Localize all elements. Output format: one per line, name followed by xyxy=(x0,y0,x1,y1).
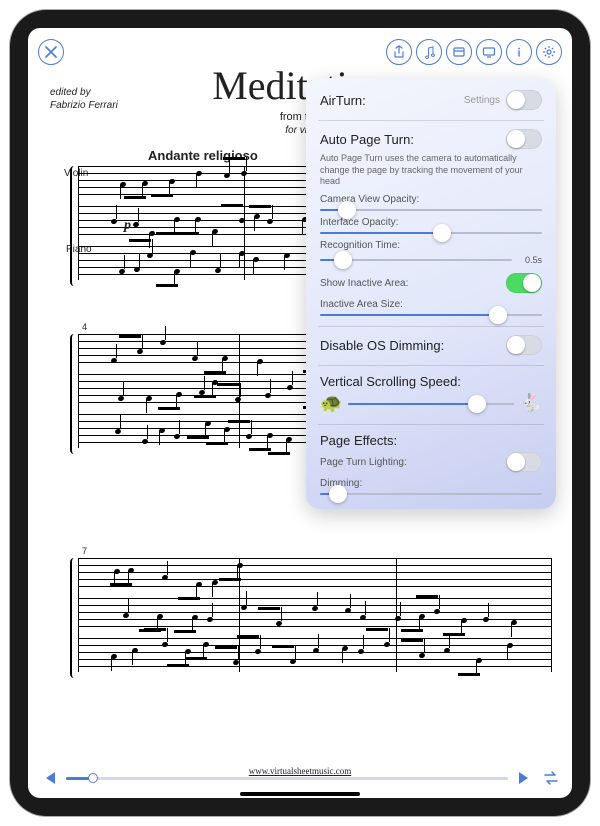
recognition-time-value: 0.5s xyxy=(518,255,542,265)
gear-button[interactable] xyxy=(536,39,562,65)
scroll-speed-slider[interactable] xyxy=(348,403,513,405)
os-dimming-toggle[interactable] xyxy=(506,335,542,355)
screen: Meditation from the for viol edited by F… xyxy=(28,28,572,798)
share-button[interactable] xyxy=(386,39,412,65)
skip-forward-icon xyxy=(516,769,534,787)
show-inactive-label: Show Inactive Area: xyxy=(320,278,408,289)
skip-back-icon xyxy=(40,769,58,787)
autopage-desc: Auto Page Turn uses the camera to automa… xyxy=(320,153,542,188)
airturn-label: AirTurn: xyxy=(320,93,366,108)
page-lighting-label: Page Turn Lighting: xyxy=(320,457,407,468)
autopage-label: Auto Page Turn: xyxy=(320,132,414,147)
scroll-speed-label: Vertical Scrolling Speed: xyxy=(320,374,461,389)
page-lighting-toggle[interactable] xyxy=(506,452,542,472)
close-icon xyxy=(45,46,57,58)
recognition-time-label: Recognition Time: xyxy=(320,240,542,251)
airturn-toggle[interactable] xyxy=(506,90,542,110)
editor-label: edited by xyxy=(50,87,91,98)
inactive-size-label: Inactive Area Size: xyxy=(320,299,542,310)
inactive-size-slider[interactable] xyxy=(320,314,542,316)
display-button[interactable] xyxy=(476,39,502,65)
show-inactive-toggle[interactable] xyxy=(506,273,542,293)
dynamic-p: p xyxy=(124,218,131,234)
prev-track-button[interactable] xyxy=(40,769,58,787)
settings-popover: AirTurn: Settings Auto Page Turn: Auto P… xyxy=(306,78,556,509)
bar-number-4: 4 xyxy=(82,322,87,332)
info-button[interactable] xyxy=(506,39,532,65)
effects-dimming-label: Dimming: xyxy=(320,478,542,489)
share-icon xyxy=(392,45,406,59)
recognition-time-slider[interactable] xyxy=(320,259,512,261)
bar-number-7: 7 xyxy=(82,546,87,556)
next-track-button[interactable] xyxy=(516,769,534,787)
card-button[interactable] xyxy=(446,39,472,65)
display-icon xyxy=(482,45,496,59)
rabbit-icon: 🐇 xyxy=(520,393,542,414)
interface-opacity-label: Interface Opacity: xyxy=(320,217,542,228)
gear-icon xyxy=(542,45,556,59)
camera-opacity-slider[interactable] xyxy=(320,209,542,211)
editor-credit: edited by Fabrizio Ferrari xyxy=(50,86,118,112)
airturn-settings-link[interactable]: Settings xyxy=(464,95,500,106)
tempo-marking: Andante religioso xyxy=(148,148,258,163)
autopage-toggle[interactable] xyxy=(506,129,542,149)
ipad-frame: Meditation from the for viol edited by F… xyxy=(10,10,590,816)
progress-slider[interactable] xyxy=(66,777,508,780)
staff-system-3: 7 xyxy=(78,558,552,678)
interface-opacity-slider[interactable] xyxy=(320,232,542,234)
instrument-label-piano: Piano xyxy=(66,244,92,255)
repeat-icon xyxy=(542,769,560,787)
close-button[interactable] xyxy=(38,39,64,65)
music-note-icon xyxy=(422,45,436,59)
transport-bar xyxy=(40,766,560,790)
editor-name: Fabrizio Ferrari xyxy=(50,100,118,111)
repeat-button[interactable] xyxy=(542,769,560,787)
music-button[interactable] xyxy=(416,39,442,65)
turtle-icon: 🐢 xyxy=(320,393,342,414)
effects-dimming-slider[interactable] xyxy=(320,493,542,495)
top-toolbar xyxy=(28,34,572,70)
page-effects-label: Page Effects: xyxy=(320,433,397,448)
os-dimming-label: Disable OS Dimming: xyxy=(320,338,444,353)
info-icon xyxy=(512,45,526,59)
instrument-label-violin: Violin xyxy=(64,168,88,179)
card-icon xyxy=(452,45,466,59)
home-indicator[interactable] xyxy=(240,792,360,796)
